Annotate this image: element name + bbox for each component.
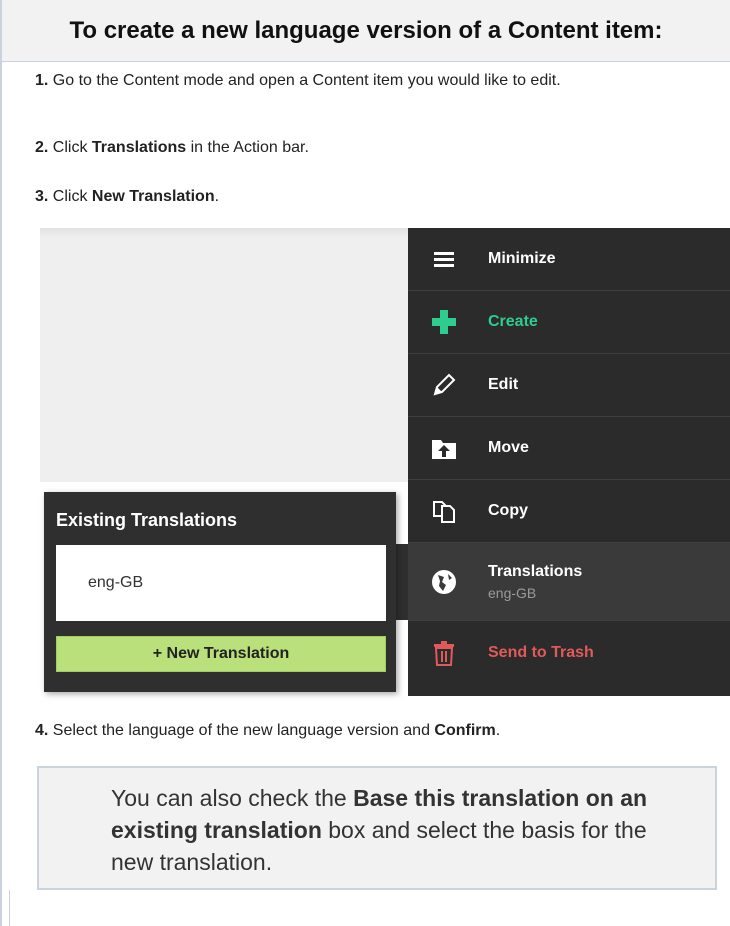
step-3-text-end: .	[214, 188, 220, 205]
step-1-text: Go to the Content mode and open a Conten…	[48, 72, 561, 89]
step-3-number: 3.	[35, 188, 49, 205]
globe-icon	[430, 568, 458, 596]
note-text-start: You can also check the	[111, 785, 354, 811]
action-edit[interactable]: Edit	[408, 354, 730, 417]
action-translations[interactable]: Translations eng-GB	[408, 543, 730, 621]
step-2-text: Click	[48, 139, 92, 156]
new-translation-button[interactable]: + New Translation	[56, 636, 386, 672]
step-2-bold: Translations	[91, 139, 187, 156]
note-text: You can also check the Base this transla…	[111, 782, 691, 878]
step-2: 2. Click Translations in the Action bar.	[35, 137, 309, 159]
trash-icon	[430, 639, 458, 667]
action-translations-sublabel: eng-GB	[488, 585, 537, 601]
hamburger-icon	[430, 245, 458, 273]
step-4-text: Select the language of the new language …	[48, 722, 435, 739]
action-copy-label: Copy	[488, 502, 528, 519]
shot-shadow	[40, 228, 410, 238]
left-border-bottom	[9, 890, 10, 926]
existing-translation-label: eng-GB	[88, 574, 144, 591]
action-create[interactable]: Create	[408, 291, 730, 354]
existing-translations-panel: Existing Translations eng-GB + New Trans…	[44, 492, 396, 692]
step-2-text-end: in the Action bar.	[186, 139, 309, 156]
plus-icon	[430, 308, 458, 336]
action-create-label: Create	[488, 313, 538, 330]
step-3: 3. Click New Translation.	[35, 186, 219, 208]
step-2-number: 2.	[35, 139, 49, 156]
step-3-text: Click	[48, 188, 92, 205]
section-heading: To create a new language version of a Co…	[2, 0, 730, 62]
existing-translation-item[interactable]: eng-GB	[56, 545, 386, 621]
action-minimize-label: Minimize	[488, 250, 556, 267]
action-edit-label: Edit	[488, 376, 519, 393]
note-box: You can also check the Base this transla…	[37, 766, 717, 890]
step-4: 4. Select the language of the new langua…	[35, 720, 500, 742]
new-translation-label: + New Translation	[152, 645, 290, 662]
step-4-bold: Confirm	[434, 722, 496, 739]
action-move-label: Move	[488, 439, 529, 456]
action-bar: Minimize Create Edit Move Copy Translati…	[408, 228, 730, 696]
step-4-text-end: .	[495, 722, 501, 739]
folder-move-icon	[430, 434, 458, 462]
copy-icon	[430, 497, 458, 525]
action-copy[interactable]: Copy	[408, 480, 730, 543]
left-border	[0, 0, 2, 926]
pencil-icon	[430, 371, 458, 399]
step-4-number: 4.	[35, 722, 49, 739]
step-1-number: 1.	[35, 72, 49, 89]
heading-text: To create a new language version of a Co…	[69, 16, 663, 44]
action-minimize[interactable]: Minimize	[408, 228, 730, 291]
documentation-page: To create a new language version of a Co…	[0, 0, 730, 926]
action-move[interactable]: Move	[408, 417, 730, 480]
step-1: 1. Go to the Content mode and open a Con…	[35, 70, 685, 92]
action-translations-label: Translations	[488, 563, 583, 580]
action-send-to-trash[interactable]: Send to Trash	[408, 621, 730, 684]
panel-title: Existing Translations	[56, 510, 238, 530]
action-send-to-trash-label: Send to Trash	[488, 643, 594, 661]
step-3-bold: New Translation	[91, 188, 215, 205]
